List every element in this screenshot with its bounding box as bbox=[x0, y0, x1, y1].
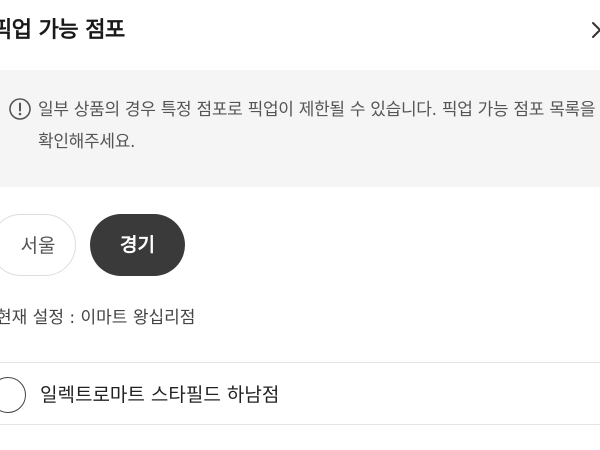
close-button[interactable] bbox=[588, 18, 600, 42]
info-circle-icon bbox=[9, 98, 31, 120]
divider bbox=[0, 362, 600, 363]
notice-box: 일부 상품의 경우 특정 점포로 픽업이 제한될 수 있습니다. 픽업 가능 점… bbox=[0, 70, 600, 187]
notice-text: 일부 상품의 경우 특정 점포로 픽업이 제한될 수 있습니다. 픽업 가능 점… bbox=[38, 100, 596, 152]
modal-header: 픽업 가능 점포 bbox=[0, 0, 600, 58]
region-button-seoul[interactable]: 서울 bbox=[0, 214, 76, 276]
store-label: 일렉트로마트 스타필드 하남점 bbox=[40, 384, 280, 406]
current-store-text: 현재 설정 : 이마트 왕십리점 bbox=[0, 308, 196, 328]
close-icon bbox=[592, 22, 600, 38]
store-radio-button[interactable] bbox=[0, 377, 26, 413]
region-button-gyeonggi[interactable]: 경기 bbox=[90, 214, 185, 276]
divider bbox=[0, 424, 600, 425]
page-title: 픽업 가능 점포 bbox=[0, 18, 125, 43]
